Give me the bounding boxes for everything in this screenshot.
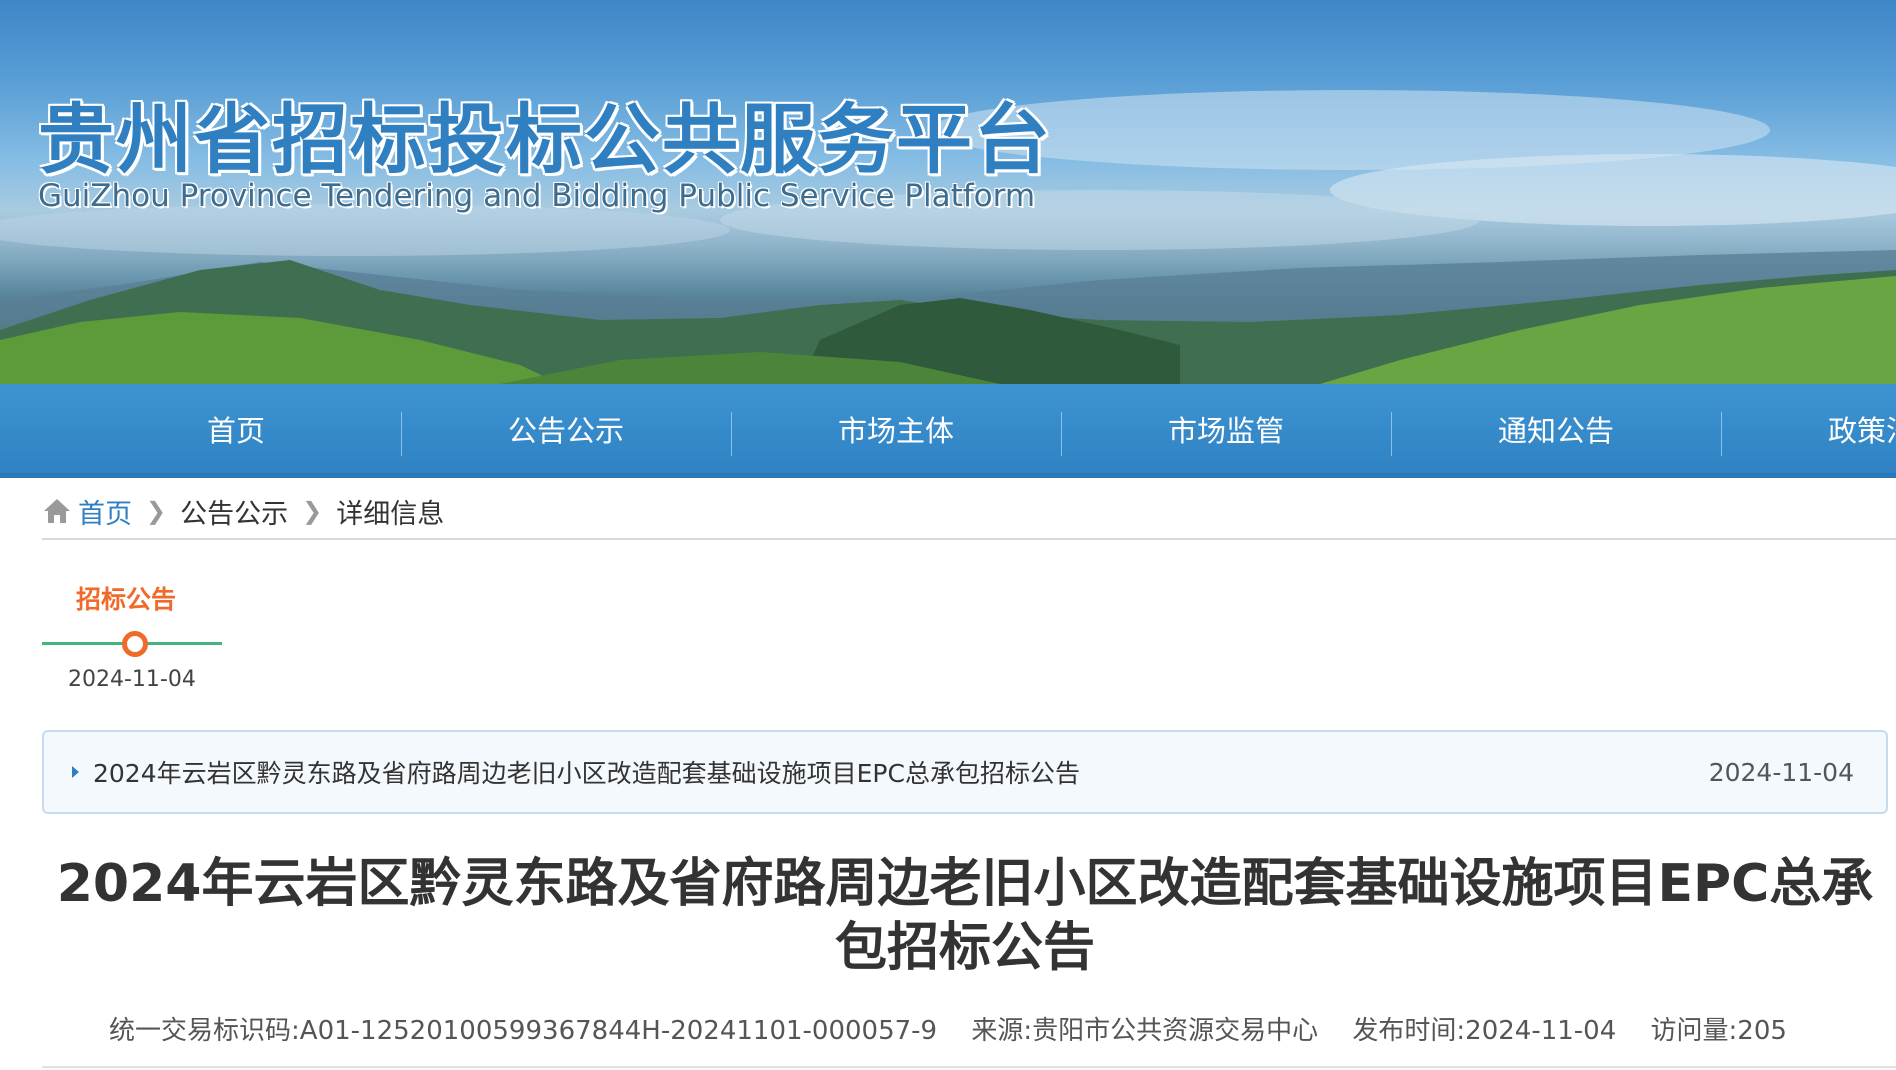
breadcrumb-announcements-link[interactable]: 公告公示	[180, 492, 288, 531]
nav-item-market-entities[interactable]: 市场主体	[731, 384, 1061, 473]
nav-item-notices[interactable]: 通知公告	[1391, 384, 1721, 473]
breadcrumb-current: 详细信息	[336, 498, 445, 530]
notice-list-item[interactable]: 2024年云岩区黔灵东路及省府路周边老旧小区改造配套基础设施项目EPC总承包招标…	[42, 730, 1888, 814]
nav-item-market-supervision[interactable]: 市场监管	[1061, 384, 1391, 473]
publish-time: 发布时间:2024-11-04	[1352, 1016, 1617, 1046]
timeline-stage-label[interactable]: 招标公告	[76, 580, 176, 616]
nav-item-announcements[interactable]: 公告公示	[401, 384, 731, 473]
site-title: 贵州省招标投标公共服务平台	[38, 95, 1052, 184]
triangle-right-icon	[72, 766, 79, 778]
article-title: 2024年云岩区黔灵东路及省府路周边老旧小区改造配套基础设施项目EPC总承包招标…	[56, 854, 1874, 978]
notice-title[interactable]: 2024年云岩区黔灵东路及省府路周边老旧小区改造配套基础设施项目EPC总承包招标…	[93, 754, 1709, 790]
site-subtitle-en: GuiZhou Province Tendering and Bidding P…	[38, 178, 1036, 214]
visit-count: 访问量:205	[1650, 1016, 1787, 1046]
header-banner: 贵州省招标投标公共服务平台 GuiZhou Province Tendering…	[0, 0, 1896, 384]
chevron-right-icon: ❯	[146, 497, 167, 525]
notice-date: 2024-11-04	[1708, 757, 1854, 787]
timeline-date: 2024-11-04	[68, 667, 196, 692]
nav-item-home[interactable]: 首页	[71, 384, 401, 473]
article-meta: 统一交易标识码:A01-12520100599367844H-20241101-…	[0, 1010, 1896, 1047]
breadcrumb: 首页 ❯ 公告公示 ❯ 详细信息	[42, 484, 1896, 540]
trade-id: 统一交易标识码:A01-12520100599367844H-20241101-…	[109, 1016, 938, 1046]
timeline-node-icon[interactable]	[122, 631, 148, 657]
nav-item-policies[interactable]: 政策法规	[1721, 384, 1896, 473]
main-nav: 首页 公告公示 市场主体 市场监管 通知公告 政策法规	[0, 384, 1896, 478]
breadcrumb-home-link[interactable]: 首页	[78, 492, 132, 531]
divider	[42, 1066, 1896, 1068]
home-icon	[44, 499, 70, 523]
source: 来源:贵阳市公共资源交易中心	[971, 1016, 1319, 1046]
chevron-right-icon: ❯	[302, 497, 323, 525]
